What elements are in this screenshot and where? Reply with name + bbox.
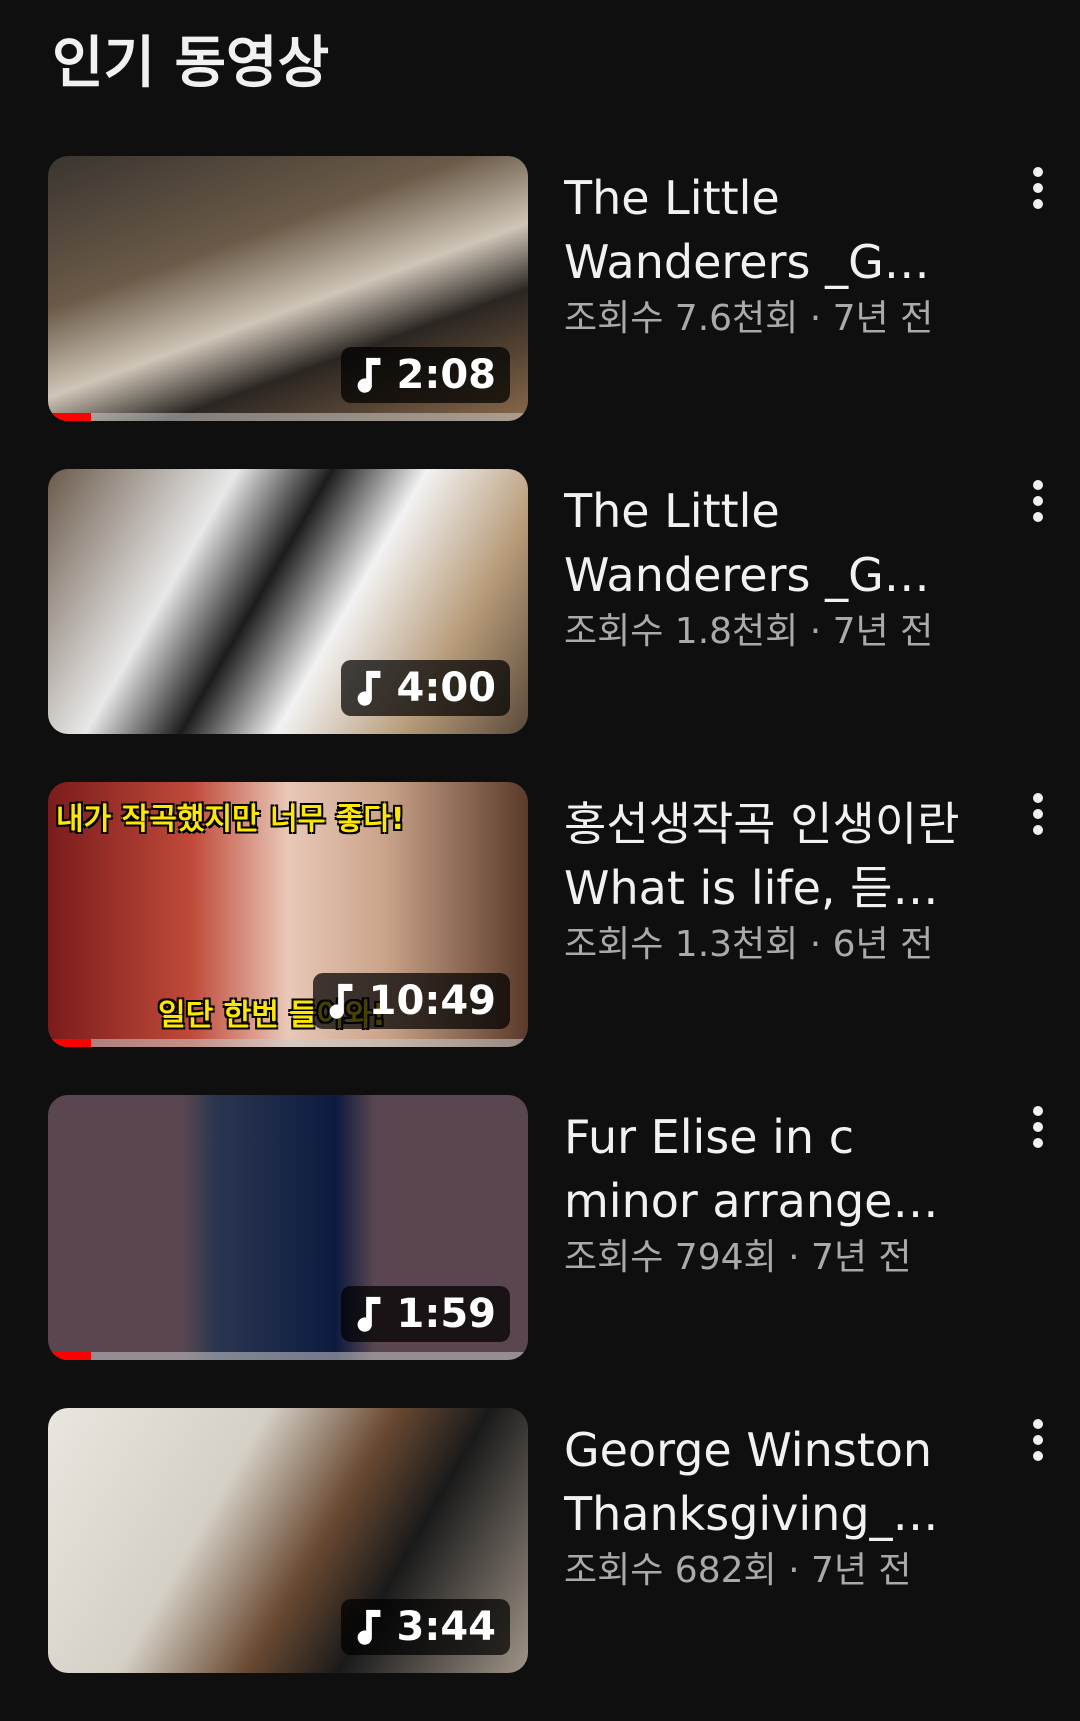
progress-fill — [48, 1352, 92, 1360]
video-title[interactable]: The Little Wanderers _G… — [564, 166, 994, 294]
video-info[interactable]: The Little Wanderers _G… 조회수 7.6천회 · 7년 … — [564, 166, 994, 344]
more-vert-icon — [1033, 1106, 1043, 1148]
more-options-button[interactable] — [1018, 473, 1058, 529]
more-vert-icon — [1033, 1419, 1043, 1461]
music-note-icon — [329, 983, 353, 1019]
video-meta: 조회수 7.6천회 · 7년 전 — [564, 298, 934, 339]
video-thumbnail[interactable]: 내가 작곡했지만 너무 좋다! 일단 한번 들어와! 10:49 — [48, 782, 528, 1047]
duration-badge: 1:59 — [340, 1286, 510, 1342]
video-title[interactable]: Fur Elise in c minor arrange… — [564, 1105, 994, 1233]
duration-text: 2:08 — [396, 352, 497, 398]
video-list: 2:08 The Little Wanderers _G… 조회수 7.6천회 … — [0, 156, 1080, 1721]
thumbnail-caption-top: 내가 작곡했지만 너무 좋다! — [56, 802, 405, 837]
duration-text: 10:49 — [368, 978, 496, 1024]
video-item[interactable]: 내가 작곡했지만 너무 좋다! 일단 한번 들어와! 10:49 홍선생작곡 인… — [0, 782, 1080, 1095]
video-meta: 조회수 794회 · 7년 전 — [564, 1237, 912, 1278]
video-info[interactable]: George Winston Thanksgiving_… 조회수 682회 ·… — [564, 1418, 994, 1596]
video-thumbnail[interactable]: 1:59 — [48, 1095, 528, 1360]
progress-fill — [48, 413, 92, 421]
video-thumbnail[interactable]: 3:44 — [48, 1408, 528, 1673]
more-vert-icon — [1033, 793, 1043, 835]
video-item[interactable]: 1:59 Fur Elise in c minor arrange… 조회수 7… — [0, 1095, 1080, 1408]
video-title[interactable]: 홍선생작곡 인생이란 What is life, 듣… — [564, 792, 994, 920]
video-title[interactable]: The Little Wanderers _G… — [564, 479, 994, 607]
video-title[interactable]: George Winston Thanksgiving_… — [564, 1418, 994, 1546]
music-note-icon — [357, 1296, 380, 1332]
duration-badge: 2:08 — [340, 347, 510, 403]
duration-badge: 3:44 — [340, 1599, 510, 1655]
music-note-icon — [357, 670, 380, 706]
video-info[interactable]: 홍선생작곡 인생이란 What is life, 듣… 조회수 1.3천회 · … — [564, 792, 994, 970]
video-item[interactable]: 3:44 George Winston Thanksgiving_… 조회수 6… — [0, 1408, 1080, 1721]
video-item[interactable]: 4:00 The Little Wanderers _G… 조회수 1.8천회 … — [0, 469, 1080, 782]
video-thumbnail[interactable]: 2:08 — [48, 156, 528, 421]
more-options-button[interactable] — [1018, 1099, 1058, 1155]
video-info[interactable]: The Little Wanderers _G… 조회수 1.8천회 · 7년 … — [564, 479, 994, 657]
duration-text: 1:59 — [396, 1291, 497, 1337]
video-meta: 조회수 682회 · 7년 전 — [564, 1550, 912, 1591]
progress-track — [48, 413, 528, 421]
section-title: 인기 동영상 — [52, 31, 330, 96]
video-meta: 조회수 1.8천회 · 7년 전 — [564, 611, 934, 652]
video-item[interactable]: 2:08 The Little Wanderers _G… 조회수 7.6천회 … — [0, 156, 1080, 469]
music-note-icon — [357, 357, 380, 393]
more-vert-icon — [1033, 167, 1043, 209]
duration-text: 3:44 — [396, 1604, 497, 1650]
more-options-button[interactable] — [1018, 1412, 1058, 1468]
duration-text: 4:00 — [396, 665, 497, 711]
video-info[interactable]: Fur Elise in c minor arrange… 조회수 794회 ·… — [564, 1105, 994, 1283]
more-vert-icon — [1033, 480, 1043, 522]
video-thumbnail[interactable]: 4:00 — [48, 469, 528, 734]
duration-badge: 4:00 — [340, 660, 510, 716]
more-options-button[interactable] — [1018, 160, 1058, 216]
progress-track — [48, 1039, 528, 1047]
progress-fill — [48, 1039, 92, 1047]
more-options-button[interactable] — [1018, 786, 1058, 842]
progress-track — [48, 1352, 528, 1360]
music-note-icon — [357, 1609, 380, 1645]
video-meta: 조회수 1.3천회 · 6년 전 — [564, 924, 934, 965]
duration-badge: 10:49 — [312, 973, 510, 1029]
